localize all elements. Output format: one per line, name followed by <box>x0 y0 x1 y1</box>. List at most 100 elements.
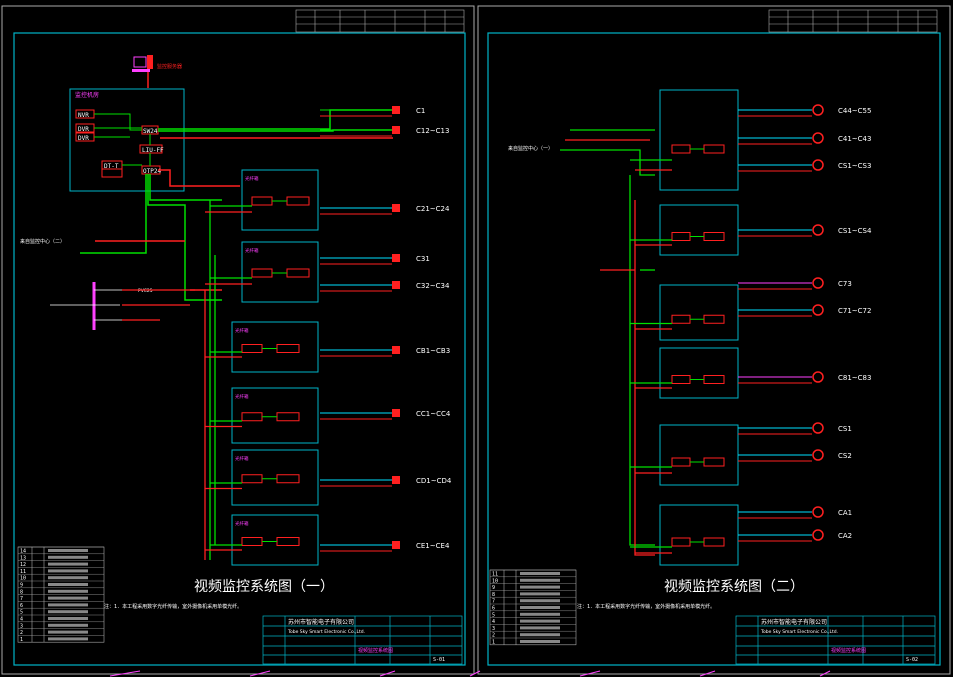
camera-icon <box>392 281 400 289</box>
legend-row-no: 9 <box>492 585 495 591</box>
camera-group: C21~C24 <box>320 204 450 215</box>
camera-group: C41~C43 <box>738 132 871 145</box>
camera-group: C32~C34 <box>320 281 450 292</box>
camera-label: C41~C43 <box>838 135 871 143</box>
liu-label: LIU-FF <box>142 147 164 154</box>
company-en-2: Tobe Sky Smart Electronic Co.,Ltd. <box>760 629 838 635</box>
camera-label: C32~C34 <box>416 282 450 290</box>
camera-label: C12~C13 <box>416 127 449 135</box>
camera-group: CE1~CE4 <box>320 541 450 552</box>
camera-group: CS1~CS4 <box>738 224 872 237</box>
sheet2-title: 视频监控系统图（二） <box>664 579 804 595</box>
camera-label: CE1~CE4 <box>416 542 450 550</box>
legend-row-no: 1 <box>20 637 23 643</box>
camera-icon <box>812 449 824 461</box>
source-label-1: 来自监控中心（二） <box>20 238 65 245</box>
cabinet-label: 光纤箱 <box>245 247 259 254</box>
entry-point: PVC25 <box>50 282 195 330</box>
legend-row-no: 12 <box>20 562 26 568</box>
camera-icon <box>392 346 400 354</box>
company-en-1: Tobe Sky Smart Electronic Co.,Ltd. <box>287 629 365 635</box>
camera-icon <box>812 277 824 289</box>
camera-label: C44~C55 <box>838 107 871 115</box>
wall-label: PVC25 <box>138 288 153 294</box>
cad-drawing: 监控服务器 监控机房 NVR DVR DVR SW24 LIU-FF DT-T <box>1 5 951 677</box>
source-label-2: 来自监控中心（一） <box>508 145 553 152</box>
fiber-cabinet <box>630 504 739 566</box>
cabinet-label: 光纤箱 <box>245 175 259 182</box>
fiber-cabinet: 光纤箱 <box>205 514 319 566</box>
camera-label: CS1 <box>838 425 852 433</box>
camera-group: CS1~CS3 <box>738 159 871 172</box>
camera-label: CS1~CS4 <box>838 227 872 235</box>
drawing-no-1: S-01 <box>433 657 445 663</box>
camera-icon <box>812 159 824 171</box>
camera-group: C71~C72 <box>738 304 871 317</box>
camera-label: C21~C24 <box>416 205 450 213</box>
camera-icon <box>812 104 824 116</box>
drawing-name-1: 视频监控系统图 <box>358 647 393 654</box>
camera-group: C31 <box>320 254 430 265</box>
revision-table-2 <box>768 9 938 33</box>
camera-group: C81~C83 <box>738 371 871 384</box>
camera-group: CD1~CD4 <box>320 476 452 487</box>
sheet-2: 来自监控中心（一） C44~C55 C41~C43 CS1~CS3 CS1~CS4 C7… <box>477 5 951 675</box>
camera-label: CS1~CS3 <box>838 162 871 170</box>
revision-table <box>295 9 465 33</box>
camera-group: CB1~CB3 <box>320 346 450 357</box>
camera-icon <box>812 371 824 383</box>
drawing-no-2: S-02 <box>906 657 918 663</box>
camera-group-stack-1: C1 C12~C13 C21~C24 C31 C32~C34 CB1~CB3 CC1~CC4… <box>320 106 452 552</box>
fiber-cabinet <box>630 284 739 341</box>
server-label: 监控服务器 <box>157 63 182 70</box>
cabinet-label: 光纤箱 <box>235 455 249 462</box>
camera-icon <box>392 476 400 484</box>
camera-label: CD1~CD4 <box>416 477 452 485</box>
company-name-1: 苏州市智能电子有限公司 <box>288 618 354 626</box>
legend-table-1: 1413121110987654321 <box>17 546 105 643</box>
fiber-cabinet <box>630 424 739 486</box>
sheet1-title: 视频监控系统图（一） <box>194 579 334 595</box>
camera-group: CA2 <box>738 529 852 542</box>
camera-label: C73 <box>838 280 852 288</box>
camera-group: C73 <box>738 277 852 290</box>
sheet-1: 监控服务器 监控机房 NVR DVR DVR SW24 LIU-FF DT-T <box>1 5 475 675</box>
dvr-label-2: DVR <box>78 135 89 142</box>
fiber-cabinet <box>630 204 739 256</box>
camera-group: C1 <box>320 106 425 117</box>
camera-label: CA1 <box>838 509 852 517</box>
camera-group: CC1~CC4 <box>320 409 451 420</box>
camera-icon <box>392 204 400 212</box>
legend-row-no: 1 <box>492 640 495 646</box>
legend-table-2: 1110987654321 <box>489 569 577 646</box>
camera-label: C71~C72 <box>838 307 871 315</box>
control-center-box: 监控机房 NVR DVR DVR SW24 LIU-FF DT-T OTP24 <box>69 88 185 192</box>
camera-group-stack-2: C44~C55 C41~C43 CS1~CS3 CS1~CS4 C73 C71~C72 C8… <box>738 104 872 542</box>
camera-icon <box>812 304 824 316</box>
sheet1-note: 注：1．本工程采用数字光纤传输，室外摄像机采用单模光纤。 <box>104 603 242 610</box>
camera-icon <box>812 506 824 518</box>
camera-group: CS2 <box>738 449 852 462</box>
camera-label: CA2 <box>838 532 852 540</box>
fiber-cabinet <box>630 347 739 399</box>
camera-icon <box>812 132 824 144</box>
camera-group: CS1 <box>738 422 852 435</box>
camera-label: C1 <box>416 107 425 115</box>
center-room-label: 监控机房 <box>75 91 99 99</box>
camera-icon <box>812 422 824 434</box>
switch-label: SW24 <box>143 128 158 135</box>
camera-label: CS2 <box>838 452 852 460</box>
fiber-cabinet: 光纤箱 <box>205 241 319 303</box>
camera-icon <box>392 126 400 134</box>
cabinet-label: 光纤箱 <box>235 393 249 400</box>
camera-label: C31 <box>416 255 430 263</box>
camera-icon <box>812 529 824 541</box>
legend-row-no: 7 <box>20 596 23 602</box>
camera-label: C81~C83 <box>838 374 871 382</box>
server-icon: 监控服务器 <box>132 55 182 72</box>
drawing-name-2: 视频监控系统图 <box>831 647 866 654</box>
otp-label: OTP24 <box>143 168 161 175</box>
cabinet-label: 光纤箱 <box>235 520 249 527</box>
legend-row-no: 4 <box>492 619 495 625</box>
camera-icon <box>812 224 824 236</box>
